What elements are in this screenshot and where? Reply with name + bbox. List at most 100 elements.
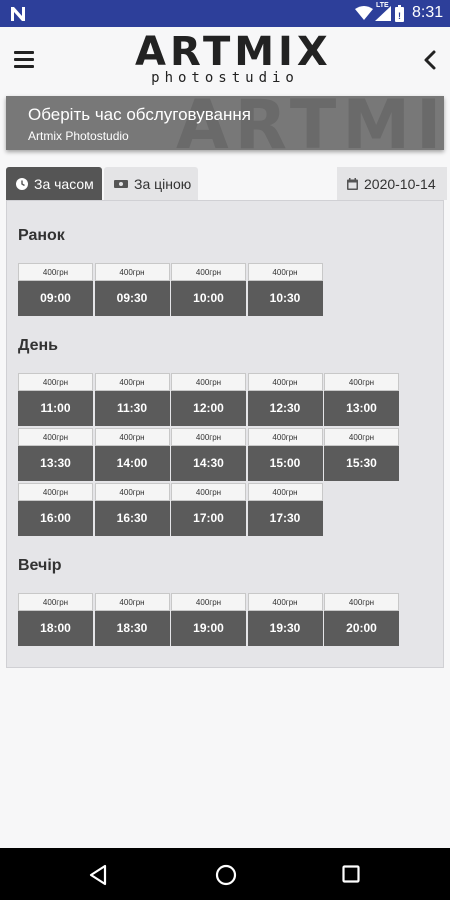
time-slot[interactable]: 400грн 14:00 <box>94 428 170 482</box>
time-slot[interactable]: 400грн 16:30 <box>94 483 170 537</box>
slot-price: 400грн <box>94 483 170 501</box>
slot-time: 10:30 <box>247 281 323 316</box>
slot-time: 13:30 <box>18 446 93 481</box>
battery-icon: ! <box>395 5 404 22</box>
section-title-evening: Вечір <box>18 557 62 574</box>
title-banner: ARTMIX Оберіть час обслуговування Artmix… <box>6 96 444 150</box>
time-slot[interactable]: 400грн 15:00 <box>247 428 323 482</box>
slot-time: 18:30 <box>94 611 170 646</box>
time-slots-panel: Ранок День Вечір 400грн 09:00 400грн 09:30 4… <box>6 200 444 668</box>
slot-time: 12:30 <box>247 391 323 426</box>
banner-subtitle: Artmix Photostudio <box>28 129 129 143</box>
back-chevron-icon[interactable] <box>422 49 438 71</box>
slot-price: 400грн <box>171 263 246 281</box>
slot-time: 09:00 <box>18 281 93 316</box>
slot-price: 400грн <box>171 428 246 446</box>
slot-price: 400грн <box>94 428 170 446</box>
time-slot[interactable]: 400грн 13:00 <box>324 373 399 427</box>
slot-price: 400грн <box>247 263 323 281</box>
slot-price: 400грн <box>247 483 323 501</box>
slot-price: 400грн <box>171 373 246 391</box>
clock-icon <box>16 177 28 190</box>
slot-time: 16:30 <box>94 501 170 536</box>
slot-time: 20:00 <box>324 611 399 646</box>
n-notification-icon <box>11 7 25 21</box>
slot-time: 13:00 <box>324 391 399 426</box>
wifi-icon <box>355 6 373 20</box>
time-slot[interactable]: 400грн 11:00 <box>18 373 93 427</box>
slot-price: 400грн <box>18 263 93 281</box>
time-slot[interactable]: 400грн 16:00 <box>18 483 93 537</box>
slot-time: 19:30 <box>247 611 323 646</box>
slot-price: 400грн <box>324 373 399 391</box>
time-slot[interactable]: 400грн 18:00 <box>18 593 93 647</box>
tab-by-price-label: За ціною <box>134 175 192 192</box>
time-slot[interactable]: 400грн 10:30 <box>247 263 323 317</box>
time-slot[interactable]: 400грн 09:30 <box>94 263 170 317</box>
slot-price: 400грн <box>324 428 399 446</box>
slot-time: 17:30 <box>247 501 323 536</box>
time-slot[interactable]: 400грн 12:00 <box>171 373 246 427</box>
nav-home-icon[interactable] <box>215 864 237 886</box>
tab-by-time[interactable]: За часом <box>6 167 102 200</box>
nav-recent-icon[interactable] <box>342 865 360 883</box>
slot-price: 400грн <box>18 593 93 611</box>
svg-text:!: ! <box>398 11 401 21</box>
slot-price: 400грн <box>18 483 93 501</box>
android-nav-bar <box>0 848 450 900</box>
time-slot[interactable]: 400грн 14:30 <box>171 428 246 482</box>
slot-price: 400грн <box>18 428 93 446</box>
menu-icon[interactable] <box>14 51 34 69</box>
slot-time: 14:00 <box>94 446 170 481</box>
banknote-icon <box>114 179 128 188</box>
slot-price: 400грн <box>324 593 399 611</box>
slot-price: 400грн <box>94 373 170 391</box>
time-slot[interactable]: 400грн 13:30 <box>18 428 93 482</box>
time-slot[interactable]: 400грн 10:00 <box>171 263 246 317</box>
logo-main-text: ARTMIX <box>135 29 332 75</box>
status-bar: LTE ! 8:31 <box>0 0 450 27</box>
time-slot[interactable]: 400грн 12:30 <box>247 373 323 427</box>
slot-time: 16:00 <box>18 501 93 536</box>
signal-icon <box>375 6 391 21</box>
time-slot[interactable]: 400грн 17:00 <box>171 483 246 537</box>
banner-title: Оберіть час обслуговування <box>28 105 251 124</box>
date-selector[interactable]: 2020-10-14 <box>337 167 447 200</box>
slot-time: 17:00 <box>171 501 246 536</box>
slot-price: 400грн <box>18 373 93 391</box>
time-slot[interactable]: 400грн 18:30 <box>94 593 170 647</box>
slot-price: 400грн <box>171 483 246 501</box>
slot-time: 19:00 <box>171 611 246 646</box>
slot-price: 400грн <box>171 593 246 611</box>
time-slot[interactable]: 400грн 20:00 <box>324 593 399 647</box>
time-slot[interactable]: 400грн 15:30 <box>324 428 399 482</box>
section-title-morning: Ранок <box>18 227 65 244</box>
slot-time: 12:00 <box>171 391 246 426</box>
slot-time: 09:30 <box>94 281 170 316</box>
slot-price: 400грн <box>247 428 323 446</box>
status-time: 8:31 <box>412 4 444 21</box>
slot-time: 10:00 <box>171 281 246 316</box>
calendar-icon <box>347 177 358 190</box>
time-slot[interactable]: 400грн 19:00 <box>171 593 246 647</box>
logo-sub-text: photostudio <box>151 70 299 86</box>
slot-price: 400грн <box>94 593 170 611</box>
tab-by-time-label: За часом <box>34 175 94 192</box>
section-title-day: День <box>18 337 58 354</box>
slot-price: 400грн <box>247 373 323 391</box>
slot-time: 18:00 <box>18 611 93 646</box>
slot-time: 15:30 <box>324 446 399 481</box>
slot-price: 400грн <box>247 593 323 611</box>
slot-time: 15:00 <box>247 446 323 481</box>
app-header: ARTMIX photostudio <box>0 27 450 95</box>
time-slot[interactable]: 400грн 11:30 <box>94 373 170 427</box>
slot-price: 400грн <box>94 263 170 281</box>
tab-by-price[interactable]: За ціною <box>104 167 198 200</box>
time-slot[interactable]: 400грн 19:30 <box>247 593 323 647</box>
time-slot[interactable]: 400грн 17:30 <box>247 483 323 537</box>
slot-time: 14:30 <box>171 446 246 481</box>
slot-time: 11:00 <box>18 391 93 426</box>
nav-back-icon[interactable] <box>88 864 108 886</box>
time-slot[interactable]: 400грн 09:00 <box>18 263 93 317</box>
artmix-logo: ARTMIX photostudio <box>135 29 332 86</box>
